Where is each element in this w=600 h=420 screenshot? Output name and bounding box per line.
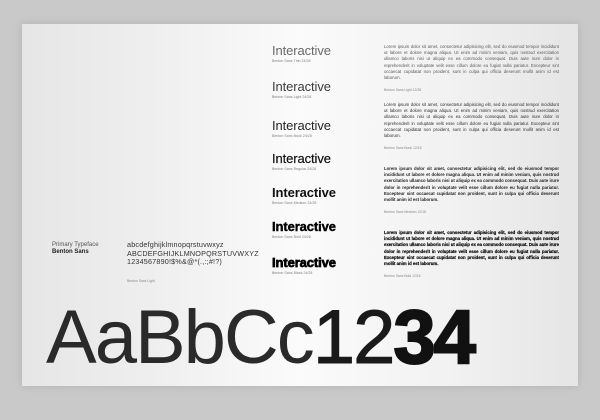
- sample-word: Interactive: [272, 151, 331, 166]
- sample-word: Interactive: [272, 219, 336, 234]
- big-display-bold: 34: [392, 295, 477, 380]
- big-display-medium: 12: [312, 295, 396, 380]
- sample-caption: Benton Sans Bold 24/28: [272, 235, 311, 239]
- paragraph-caption: Benton Sans Book 12/18: [384, 146, 422, 151]
- sample-book: Interactive Benton Sans Book 24/28: [272, 119, 331, 139]
- paragraph-caption: Benton Sans Bold 12/18: [384, 274, 421, 279]
- type-specimen-board: Interactive Benton Sans Thin 24/28 Inter…: [22, 24, 578, 386]
- sample-black: Interactive Benton Sans Black 24/28: [272, 255, 337, 276]
- paragraph-caption: Benton Sans Light 12/28: [384, 88, 422, 93]
- primary-typeface: Primary Typeface Benton Sans: [52, 242, 99, 256]
- paragraph-text: Lorem ipsum dolor sit amet, consectetur …: [384, 102, 559, 139]
- sample-word: Interactive: [272, 255, 337, 270]
- sample-thin: Interactive Benton Sans Thin 24/28: [272, 44, 331, 64]
- paragraph-text: Lorem ipsum dolor sit amet, consectetur …: [384, 166, 559, 203]
- sample-caption: Benton Sans Light 24/28: [272, 95, 312, 99]
- sample-word: Interactive: [272, 43, 331, 58]
- big-display-thin: AaBbCc: [46, 295, 315, 380]
- sample-regular: Interactive Benton Sans Regular 24/28: [272, 152, 331, 172]
- big-display-specimen: AaBbCc1234: [46, 299, 477, 377]
- sample-word: Interactive: [272, 79, 331, 94]
- charset-numerals: 1234567890!$%&@*(.,:;#!?): [127, 257, 223, 267]
- paragraph-book: Lorem ipsum dolor sit amet, consectetur …: [384, 102, 559, 150]
- sample-light: Interactive Benton Sans Light 24/28: [272, 80, 331, 100]
- sample-bold: Interactive Benton Sans Bold 24/28: [272, 220, 336, 240]
- paragraph-text: Lorem ipsum dolor sit amet, consectetur …: [384, 230, 559, 267]
- paragraph-bold: Lorem ipsum dolor sit amet, consectetur …: [384, 230, 559, 278]
- paragraph-medium: Lorem ipsum dolor sit amet, consectetur …: [384, 166, 559, 214]
- sample-caption: Benton Sans Medium 24/28: [272, 201, 317, 205]
- primary-typeface-name: Benton Sans: [52, 249, 89, 256]
- paragraph-light: Lorem ipsum dolor sit amet, consectetur …: [384, 44, 559, 92]
- sample-medium: Interactive Benton Sans Medium 24/28: [272, 186, 336, 206]
- paragraph-caption: Benton Sans Medium 12/18: [384, 210, 426, 215]
- sample-caption: Benton Sans Regular 24/28: [272, 167, 317, 171]
- sample-word: Interactive: [272, 185, 336, 200]
- sample-caption: Benton Sans Book 24/28: [272, 134, 312, 138]
- sample-caption: Benton Sans Black 24/28: [272, 271, 313, 275]
- sample-word: Interactive: [272, 118, 331, 133]
- primary-typeface-label: Primary Typeface: [52, 242, 99, 248]
- character-set: abcdefghijklmnopqrstuvwxyz ABCDEFGHIJKLM…: [127, 240, 259, 283]
- charset-caption: Benton Sans Light: [127, 278, 155, 283]
- paragraph-text: Lorem ipsum dolor sit amet, consectetur …: [384, 44, 559, 81]
- sample-caption: Benton Sans Thin 24/28: [272, 59, 311, 63]
